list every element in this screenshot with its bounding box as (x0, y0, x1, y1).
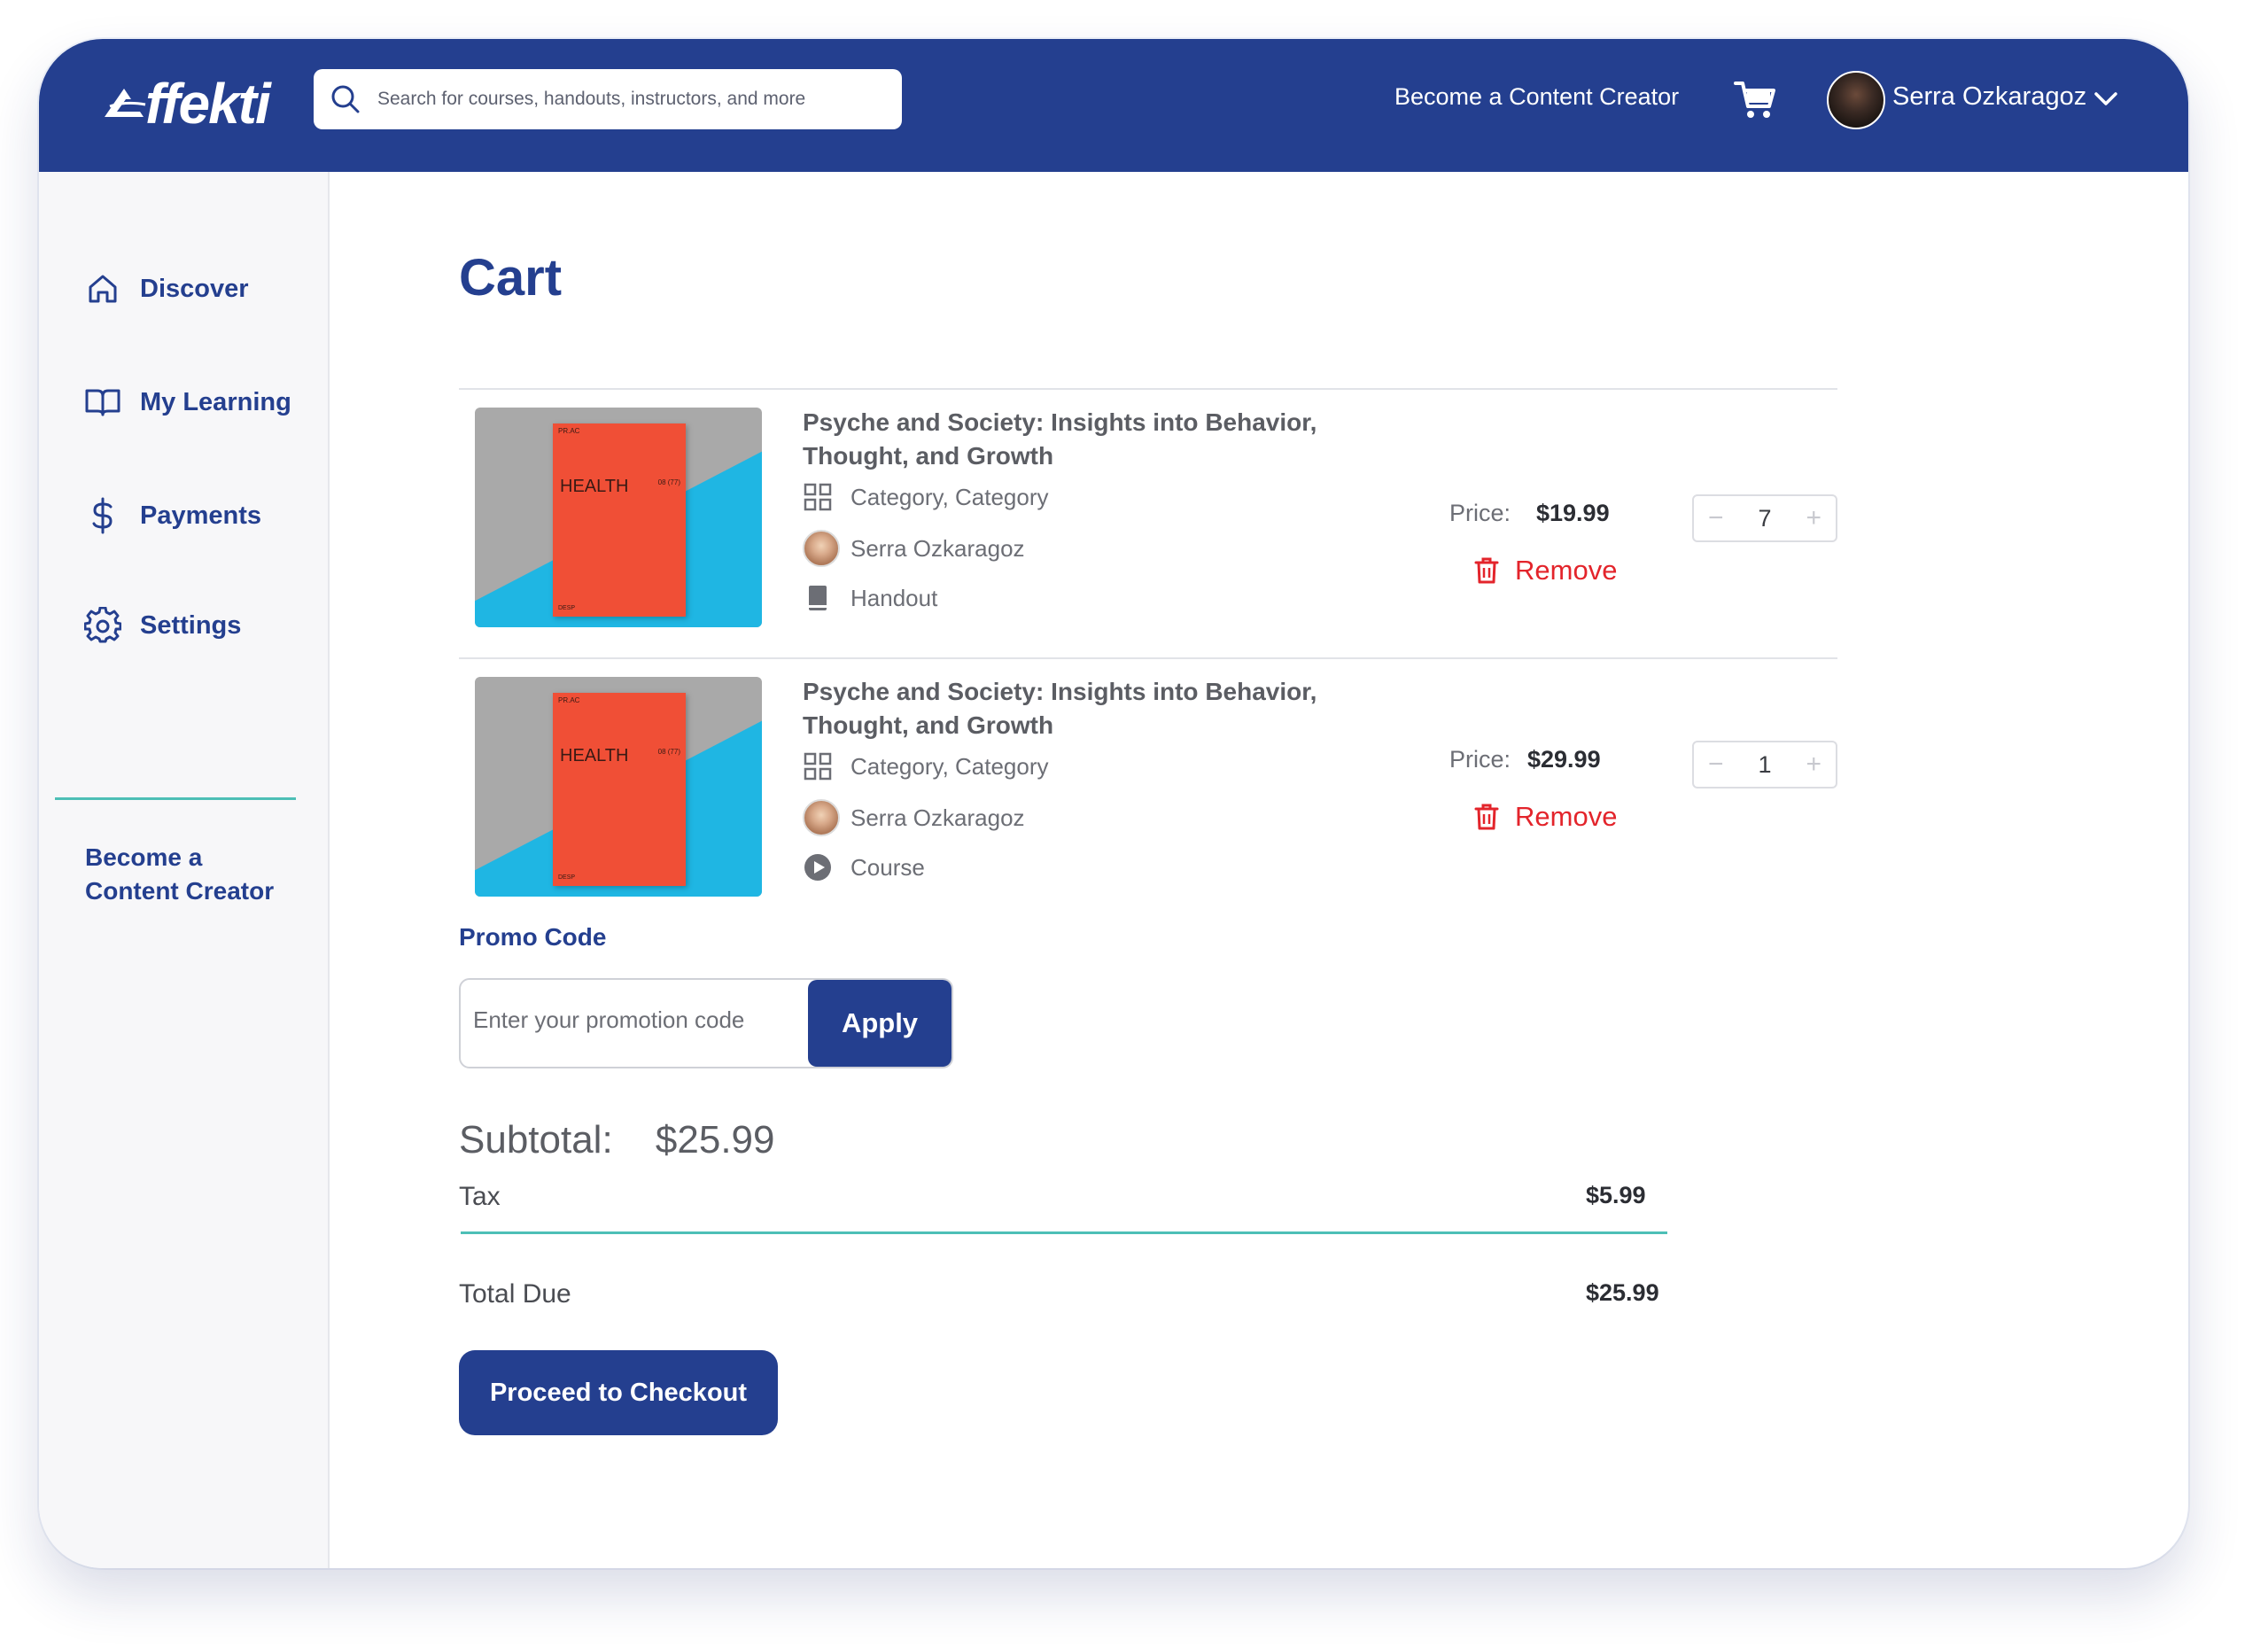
cart-icon[interactable] (1733, 78, 1777, 122)
sidebar-item-label: Payments (140, 501, 262, 530)
sidebar-item-label: Settings (140, 610, 242, 640)
item-categories-text: Category, Category (850, 752, 1049, 780)
cover-title: HEALTH (560, 746, 629, 765)
main-content: Cart PR.AC HEALTH 08 (77) DESP Psyche an… (330, 172, 2188, 1568)
item-categories-text: Category, Category (850, 483, 1049, 510)
item-author-name[interactable]: Serra Ozkaragoz (850, 535, 1025, 563)
sidebar-item-payments[interactable]: Payments (83, 496, 261, 535)
sidebar-item-label: Discover (140, 274, 249, 303)
play-circle-icon (804, 854, 831, 881)
sidebar-divider (55, 797, 296, 800)
item-title[interactable]: Psyche and Society: Insights into Behavi… (803, 406, 1352, 473)
quantity-value[interactable]: 1 (1758, 751, 1771, 779)
trash-icon (1474, 557, 1499, 584)
top-navigation-bar: ffekti Become a Content Creator Serra Oz… (39, 39, 2188, 172)
sidebar-item-my-learning[interactable]: My Learning (83, 383, 291, 422)
price-label: Price: (1449, 500, 1511, 526)
price-label: Price: (1449, 746, 1511, 773)
cart-item: PR.AC HEALTH 08 (77) DESP Psyche and Soc… (459, 659, 1837, 928)
increment-button[interactable]: + (1806, 503, 1821, 533)
promo-code-box: Apply (459, 978, 953, 1068)
total-due-value: $25.99 (1586, 1279, 1659, 1306)
sidebar-item-settings[interactable]: Settings (83, 606, 241, 645)
category-grid-icon (804, 752, 832, 781)
gear-icon (84, 607, 121, 643)
price-value: $29.99 (1527, 746, 1601, 773)
item-type-text: Handout (850, 584, 938, 611)
tax-value: $5.99 (1586, 1182, 1646, 1208)
proceed-to-checkout-button[interactable]: Proceed to Checkout (459, 1350, 778, 1435)
cover-title: HEALTH (560, 477, 629, 496)
item-categories: Category, Category (803, 482, 1049, 512)
item-author: Serra Ozkaragoz (803, 799, 1025, 836)
item-author-name[interactable]: Serra Ozkaragoz (850, 804, 1025, 832)
trash-icon (1474, 804, 1499, 830)
handout-book-icon (809, 586, 827, 610)
affekti-logo[interactable]: ffekti (101, 69, 296, 140)
tax-label: Tax (459, 1182, 501, 1211)
logo-wordmark: ffekti (145, 72, 271, 136)
sidebar-item-label: My Learning (140, 387, 291, 416)
search-bar[interactable] (314, 69, 902, 129)
become-creator-link[interactable]: Become a Content Creator (1394, 83, 1679, 111)
remove-button[interactable]: Remove (1474, 555, 1617, 587)
page-title: Cart (459, 249, 563, 307)
quantity-stepper[interactable]: − 1 + (1692, 741, 1837, 789)
subtotal-value: $25.99 (655, 1118, 775, 1161)
user-name[interactable]: Serra Ozkaragoz (1892, 82, 2086, 112)
sidebar: Discover My Learning Payments Settings B… (39, 172, 330, 1568)
author-avatar (803, 799, 840, 836)
home-icon (89, 275, 117, 303)
app-window: ffekti Become a Content Creator Serra Oz… (39, 39, 2188, 1568)
item-title[interactable]: Psyche and Society: Insights into Behavi… (803, 675, 1352, 742)
quantity-stepper[interactable]: − 7 + (1692, 494, 1837, 542)
category-grid-icon (804, 483, 832, 511)
item-type-text: Course (850, 853, 925, 881)
item-type: Course (803, 852, 925, 882)
total-divider (461, 1231, 1667, 1234)
remove-label: Remove (1515, 555, 1618, 586)
sidebar-become-creator-link[interactable]: Become a Content Creator (85, 841, 298, 908)
subtotal: Subtotal: $25.99 (459, 1118, 775, 1162)
item-categories: Category, Category (803, 751, 1049, 781)
sidebar-item-discover[interactable]: Discover (83, 269, 249, 308)
quantity-value[interactable]: 7 (1758, 505, 1771, 532)
item-type: Handout (803, 583, 937, 613)
price-value: $19.99 (1536, 500, 1610, 526)
remove-button[interactable]: Remove (1474, 801, 1617, 833)
author-avatar (803, 530, 840, 567)
book-open-icon (85, 389, 120, 416)
logo-mountain-icon (105, 89, 146, 117)
increment-button[interactable]: + (1806, 750, 1821, 780)
search-input[interactable] (377, 89, 874, 110)
subtotal-label: Subtotal: (459, 1118, 613, 1161)
user-avatar[interactable] (1827, 71, 1885, 129)
decrement-button[interactable]: − (1708, 503, 1724, 533)
item-thumbnail[interactable]: PR.AC HEALTH 08 (77) DESP (475, 408, 762, 627)
item-author: Serra Ozkaragoz (803, 530, 1025, 567)
chevron-down-icon[interactable] (2093, 89, 2119, 110)
item-thumbnail[interactable]: PR.AC HEALTH 08 (77) DESP (475, 677, 762, 897)
dollar-icon (92, 497, 113, 534)
total-due-label: Total Due (459, 1279, 571, 1309)
remove-label: Remove (1515, 801, 1618, 832)
search-icon (331, 85, 360, 113)
promo-code-heading: Promo Code (459, 923, 607, 951)
cart-item: PR.AC HEALTH 08 (77) DESP Psyche and Soc… (459, 390, 1837, 659)
apply-button[interactable]: Apply (808, 980, 951, 1067)
decrement-button[interactable]: − (1708, 750, 1724, 780)
promo-code-input[interactable] (473, 1006, 801, 1034)
